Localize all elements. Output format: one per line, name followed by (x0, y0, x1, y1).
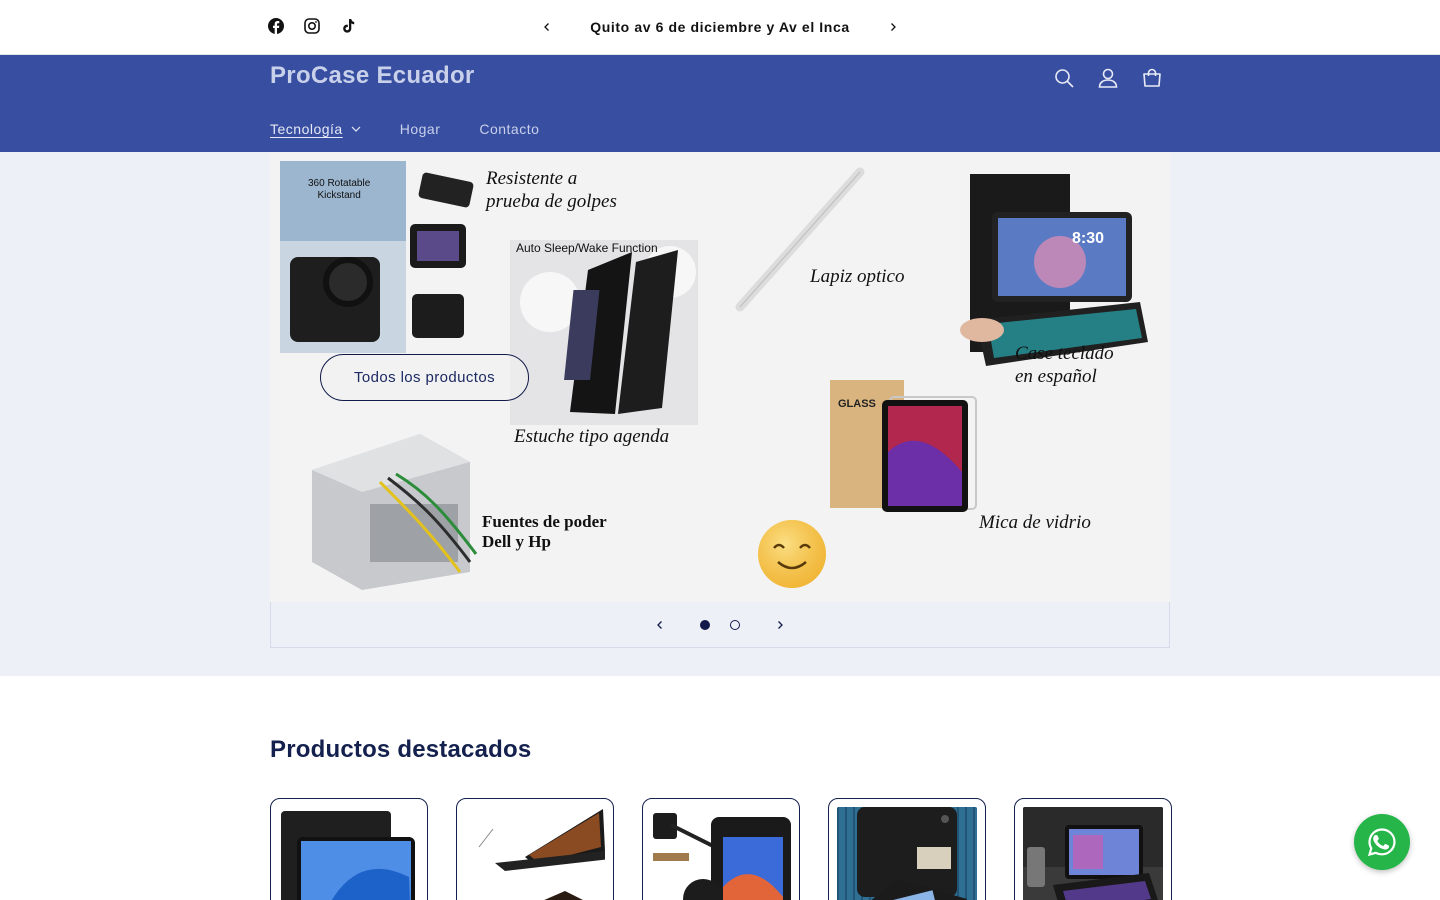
social-links (266, 16, 358, 36)
product-card[interactable] (642, 798, 800, 900)
nav-label: Contacto (479, 121, 540, 137)
product-grid (270, 798, 1172, 900)
product-image (1023, 807, 1163, 900)
product-image (651, 807, 791, 900)
whatsapp-button[interactable] (1354, 814, 1410, 870)
slider-controls (270, 602, 1170, 648)
whatsapp-icon (1367, 828, 1396, 857)
slide-dot-1[interactable] (700, 619, 710, 630)
product-image (465, 807, 611, 900)
caption-resistente: Resistente a prueba de golpes (486, 167, 617, 213)
product-image (837, 807, 977, 900)
caption-text: Resistente a prueba de golpes (486, 168, 617, 212)
caption-fuentes: Fuentes de poder Dell y Hp (482, 512, 607, 551)
nav-item-contacto[interactable]: Contacto (479, 121, 539, 137)
nav-label: Hogar (399, 121, 441, 137)
cart-button[interactable] (1130, 56, 1174, 100)
site-header: ProCase Ecuador Tecnología Hogar Contact… (0, 55, 1440, 152)
chevron-left-icon (657, 620, 662, 629)
slide-dot-2[interactable] (730, 619, 740, 630)
caption-teclado: Case teclado en español (1015, 343, 1114, 387)
tiktok-icon[interactable] (338, 16, 358, 36)
search-icon (1055, 69, 1074, 88)
caption-glass: GLASS (838, 398, 876, 410)
nav-item-hogar[interactable]: Hogar (400, 121, 441, 137)
product-card[interactable] (1014, 798, 1172, 900)
all-products-button[interactable]: Todos los productos (320, 354, 529, 401)
nav-label: Tecnología (270, 121, 343, 137)
announcement-slider: Quito av 6 de diciembre y Av el Inca (530, 10, 910, 44)
caption-sleep: Auto Sleep/Wake Function (516, 241, 658, 255)
product-card[interactable] (270, 798, 428, 900)
chevron-left-icon (544, 23, 549, 31)
facebook-icon[interactable] (266, 16, 286, 36)
featured-products-title: Productos destacados (270, 736, 532, 763)
account-button[interactable] (1086, 56, 1130, 100)
caption-clock: 8:30 (1072, 230, 1105, 247)
chevron-right-icon (778, 620, 783, 629)
chevron-right-icon (891, 23, 896, 31)
announcement-bar: Quito av 6 de diciembre y Av el Inca (0, 0, 1440, 55)
account-icon (1098, 68, 1118, 88)
slide-dots (700, 619, 740, 630)
slide-next-button[interactable] (760, 605, 800, 645)
announcement-prev-button[interactable] (530, 10, 564, 44)
site-logo[interactable]: ProCase Ecuador (270, 62, 475, 90)
caption-lapiz: Lapiz optico (810, 266, 905, 287)
hero-slide: Resistente a prueba de golpes 360 Rotata… (270, 152, 1170, 602)
announcement-text: Quito av 6 de diciembre y Av el Inca (590, 19, 850, 35)
chevron-down-icon (351, 126, 361, 132)
announcement-next-button[interactable] (876, 10, 910, 44)
caption-agenda: Estuche tipo agenda (514, 426, 670, 447)
instagram-icon[interactable] (302, 16, 322, 36)
search-button[interactable] (1042, 56, 1086, 100)
header-icons (1042, 56, 1174, 100)
cart-icon (1143, 68, 1161, 87)
hero-section: Resistente a prueba de golpes 360 Rotata… (0, 152, 1440, 676)
caption-kickstand: 360 Rotatable Kickstand (308, 178, 371, 201)
main-nav: Tecnología Hogar Contacto (270, 121, 578, 137)
slide-prev-button[interactable] (640, 605, 680, 645)
product-card[interactable] (456, 798, 614, 900)
product-image (279, 807, 419, 900)
caption-mica: Mica de vidrio (979, 512, 1091, 533)
product-card[interactable] (828, 798, 986, 900)
nav-item-tecnologia[interactable]: Tecnología (270, 121, 361, 137)
